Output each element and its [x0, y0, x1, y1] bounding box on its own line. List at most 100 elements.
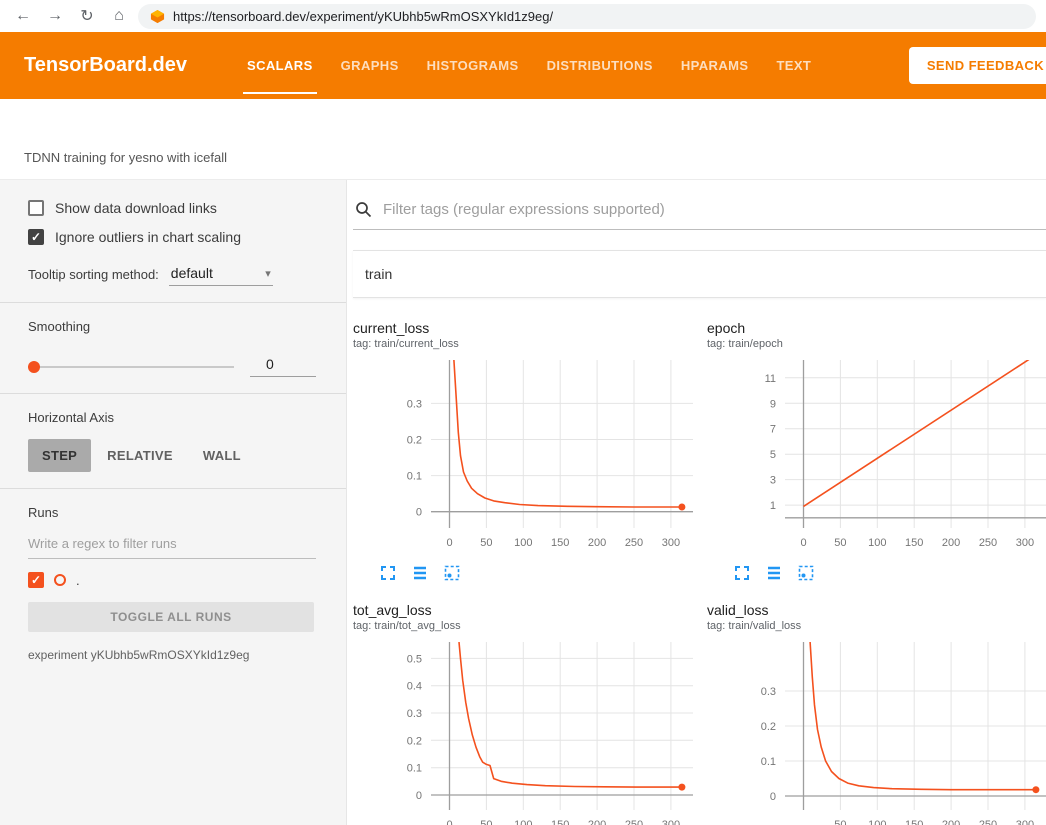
show-download-links-row[interactable]: Show data download links [28, 200, 316, 216]
chart-tag: tag: train/epoch [707, 338, 1046, 350]
main-panel: train current_loss tag: train/current_lo… [347, 180, 1046, 825]
tag-filter-row [353, 194, 1046, 230]
back-icon[interactable]: ← [10, 3, 36, 29]
axis-relative-button[interactable]: RELATIVE [93, 439, 187, 472]
send-feedback-button[interactable]: SEND FEEDBACK [909, 47, 1046, 84]
smoothing-label: Smoothing [28, 319, 316, 334]
subheader: TDNN training for yesno with icefall [0, 99, 1046, 180]
check-icon: ✓ [31, 574, 41, 586]
tag-filter-input[interactable] [381, 200, 1046, 219]
svg-text:300: 300 [1016, 819, 1034, 825]
fullscreen-icon[interactable] [733, 564, 751, 582]
svg-text:1: 1 [770, 500, 776, 512]
run-row[interactable]: ✓ . [28, 572, 316, 588]
section-header-train[interactable]: train [353, 250, 1046, 298]
svg-text:0: 0 [416, 790, 422, 802]
runs-label: Runs [28, 505, 316, 520]
svg-text:200: 200 [588, 537, 606, 549]
svg-text:100: 100 [868, 537, 886, 549]
svg-text:0.5: 0.5 [407, 653, 422, 665]
tooltip-sorting-dropdown[interactable]: default ▾ [169, 263, 273, 286]
fit-domain-icon[interactable] [443, 564, 461, 582]
svg-text:200: 200 [942, 819, 960, 825]
fit-domain-icon[interactable] [797, 564, 815, 582]
scalar-chart[interactable]: 1357911050100150200250300 [707, 356, 1046, 556]
svg-text:11: 11 [765, 373, 776, 385]
svg-text:0.1: 0.1 [761, 756, 776, 768]
checkbox-unchecked-icon[interactable] [28, 200, 44, 216]
chart-actions [353, 556, 701, 582]
chart-tag: tag: train/current_loss [353, 338, 701, 350]
run-name: . [76, 573, 80, 588]
check-icon: ✓ [31, 231, 41, 243]
chart-title: current_loss [353, 320, 701, 336]
svg-text:150: 150 [905, 537, 923, 549]
svg-text:50: 50 [480, 819, 492, 825]
smoothing-slider[interactable] [28, 366, 234, 368]
search-icon [355, 201, 372, 218]
svg-text:0: 0 [800, 537, 806, 549]
svg-text:50: 50 [480, 537, 492, 549]
log-scale-icon[interactable] [765, 564, 783, 582]
svg-text:0: 0 [416, 507, 422, 519]
tab-distributions[interactable]: DISTRIBUTIONS [533, 32, 667, 99]
chart-actions [707, 556, 1046, 582]
tab-scalars[interactable]: SCALARS [233, 32, 327, 99]
chart-title: valid_loss [707, 602, 1046, 618]
tooltip-sorting-value: default [171, 265, 213, 281]
svg-text:0.3: 0.3 [761, 686, 776, 698]
svg-text:200: 200 [588, 819, 606, 825]
chart-title: epoch [707, 320, 1046, 336]
smoothing-value-input[interactable]: 0 [250, 356, 316, 377]
svg-text:150: 150 [905, 819, 923, 825]
svg-text:300: 300 [662, 819, 680, 825]
scalar-chart[interactable]: 00.10.20.30.40.5050100150200250300 [353, 638, 699, 825]
svg-text:0.3: 0.3 [407, 708, 422, 720]
chevron-down-icon: ▾ [265, 267, 271, 280]
chart-card-epoch: epoch tag: train/epoch 13579110501001502… [707, 320, 1046, 582]
axis-wall-button[interactable]: WALL [189, 439, 255, 472]
run-checkbox-checked-icon[interactable]: ✓ [28, 572, 44, 588]
divider [0, 302, 346, 303]
run-color-swatch [54, 574, 66, 586]
settings-sidebar: Show data download links ✓ Ignore outlie… [0, 180, 347, 825]
svg-text:0: 0 [770, 791, 776, 803]
toggle-all-runs-button[interactable]: TOGGLE ALL RUNS [28, 602, 314, 632]
ignore-outliers-label: Ignore outliers in chart scaling [55, 229, 241, 245]
tab-hparams[interactable]: HPARAMS [667, 32, 763, 99]
forward-icon[interactable]: → [42, 3, 68, 29]
svg-text:9: 9 [770, 398, 776, 410]
tooltip-sorting-label: Tooltip sorting method: [28, 267, 159, 286]
checkbox-checked-icon[interactable]: ✓ [28, 229, 44, 245]
chart-tag: tag: train/tot_avg_loss [353, 620, 701, 632]
log-scale-icon[interactable] [411, 564, 429, 582]
reload-icon[interactable]: ↻ [74, 3, 100, 29]
svg-text:0.1: 0.1 [407, 471, 422, 483]
ignore-outliers-row[interactable]: ✓ Ignore outliers in chart scaling [28, 229, 316, 245]
tab-text[interactable]: TEXT [762, 32, 825, 99]
svg-text:150: 150 [551, 819, 569, 825]
axis-step-button[interactable]: STEP [28, 439, 91, 472]
svg-text:200: 200 [942, 537, 960, 549]
tab-histograms[interactable]: HISTOGRAMS [413, 32, 533, 99]
svg-text:0.1: 0.1 [407, 763, 422, 775]
svg-text:50: 50 [834, 537, 846, 549]
svg-text:50: 50 [834, 819, 846, 825]
scalar-chart[interactable]: 00.10.20.350100150200250300 [707, 638, 1046, 825]
chart-tag: tag: train/valid_loss [707, 620, 1046, 632]
svg-text:0.2: 0.2 [761, 721, 776, 733]
scalar-chart[interactable]: 00.10.20.3050100150200250300 [353, 356, 699, 556]
experiment-id-caption: experiment yKUbhb5wRmOSXYkId1z9eg [28, 648, 316, 662]
chart-card-valid-loss: valid_loss tag: train/valid_loss 0 0.1 0.2… [707, 602, 1046, 825]
svg-text:100: 100 [868, 819, 886, 825]
svg-text:0.4: 0.4 [407, 681, 422, 693]
smoothing-slider-thumb[interactable] [28, 361, 40, 373]
home-icon[interactable]: ⌂ [106, 3, 132, 29]
nav-tabs: SCALARS GRAPHS HISTOGRAMS DISTRIBUTIONS … [233, 32, 825, 99]
svg-text:0.2: 0.2 [407, 435, 422, 447]
tab-graphs[interactable]: GRAPHS [327, 32, 413, 99]
charts-grid: current_loss tag: train/current_loss 0 0.… [353, 298, 1046, 825]
fullscreen-icon[interactable] [379, 564, 397, 582]
runs-filter-input[interactable] [28, 528, 316, 559]
address-bar[interactable]: https://tensorboard.dev/experiment/yKUbh… [138, 4, 1036, 29]
